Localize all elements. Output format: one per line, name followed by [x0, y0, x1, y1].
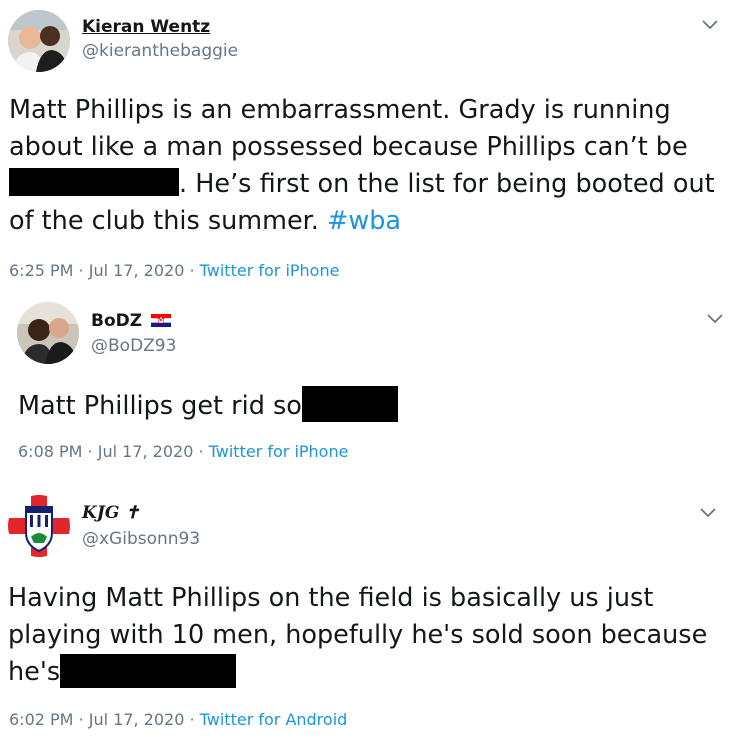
croatia-flag-icon	[151, 314, 172, 327]
tweet-text: Having Matt Phillips on the field is bas…	[8, 580, 720, 691]
source-link[interactable]: Twitter for iPhone	[200, 261, 340, 280]
hashtag-link[interactable]: #wba	[327, 206, 401, 236]
timestamp[interactable]: 6:02 PM · Jul 17, 2020 ·	[9, 710, 195, 729]
source-link[interactable]: Twitter for Android	[200, 710, 348, 729]
avatar[interactable]	[8, 495, 70, 557]
avatar[interactable]	[17, 302, 79, 364]
tweet: KJG ✝ @xGibsonn93 Having Matt Phillips o…	[0, 480, 733, 746]
name-row: BoDZ	[91, 311, 172, 331]
chevron-down-icon[interactable]	[700, 508, 716, 518]
tweet-text: Matt Phillips get rid so	[18, 386, 718, 425]
tweet-text-part: Matt Phillips is an embarrassment. Grady…	[9, 95, 688, 162]
redaction-bar	[9, 168, 179, 196]
display-name[interactable]: BoDZ	[91, 311, 142, 331]
avatar[interactable]	[8, 10, 70, 72]
tweet: Kieran Wentz @kieranthebaggie Matt Phill…	[0, 0, 733, 290]
redaction-bar	[60, 654, 237, 688]
display-name[interactable]: Kieran Wentz	[82, 17, 210, 37]
chevron-down-icon[interactable]	[707, 314, 723, 324]
chevron-down-icon[interactable]	[702, 20, 718, 30]
user-handle[interactable]: @xGibsonn93	[82, 529, 200, 549]
tweet-meta: 6:08 PM · Jul 17, 2020 · Twitter for iPh…	[18, 442, 348, 461]
tweet-text-part: Matt Phillips get rid so	[18, 391, 302, 421]
tweet-meta: 6:25 PM · Jul 17, 2020 · Twitter for iPh…	[9, 261, 339, 280]
redaction-bar	[301, 386, 398, 422]
user-handle[interactable]: @BoDZ93	[91, 336, 176, 356]
timestamp[interactable]: 6:08 PM · Jul 17, 2020 ·	[18, 442, 204, 461]
display-name[interactable]: KJG ✝	[82, 503, 140, 523]
tweet-text: Matt Phillips is an embarrassment. Grady…	[9, 92, 725, 240]
user-handle[interactable]: @kieranthebaggie	[82, 41, 238, 61]
tweet: BoDZ @BoDZ93 Matt Phillips get rid so 6:…	[0, 290, 733, 480]
timestamp[interactable]: 6:25 PM · Jul 17, 2020 ·	[9, 261, 195, 280]
tweet-meta: 6:02 PM · Jul 17, 2020 · Twitter for And…	[9, 710, 347, 729]
source-link[interactable]: Twitter for iPhone	[209, 442, 349, 461]
